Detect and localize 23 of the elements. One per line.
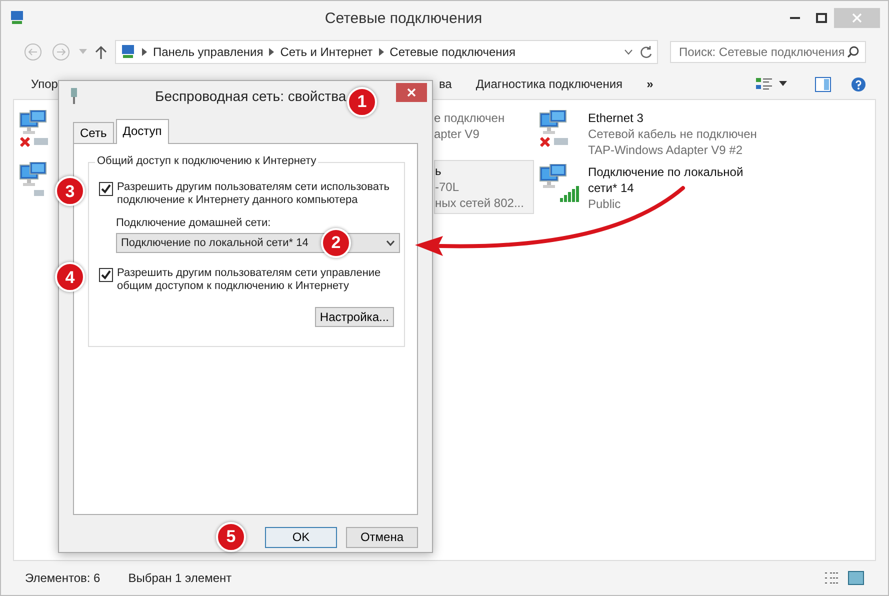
connection-detail: TAP-Windows Adapter V9 #2	[588, 142, 744, 158]
item-count: Элементов: 6	[25, 571, 100, 585]
connection-detail: Public	[588, 196, 622, 212]
step-marker: 3	[55, 176, 85, 206]
connection-name: Ethernet 3	[588, 110, 644, 126]
connection-name: ь	[435, 163, 442, 179]
dialog-title: Беспроводная сеть: свойства	[155, 88, 346, 104]
field-label: Подключение домашней сети:	[116, 217, 271, 229]
window-title: Сетевые подключения	[324, 10, 484, 26]
selection-count: Выбран 1 элемент	[128, 571, 232, 585]
connection-detail: Сетевой кабель не подключен	[588, 126, 758, 142]
connection-detail: е подключен	[434, 110, 505, 126]
step-marker: 5	[216, 522, 246, 552]
connection-detail: -70L	[435, 179, 460, 195]
checkbox-label: Разрешить другим пользователям сети управление общим доступом к подключению к Интернету	[117, 267, 382, 293]
checkbox-label: Разрешить другим пользователям сети использовать подключение к Интернету данного компьютера	[117, 181, 391, 207]
step-marker: 4	[55, 262, 85, 292]
connection-detail: ных сетей 802...	[435, 195, 524, 211]
connection-detail: apter V9	[434, 126, 480, 142]
connection-name: Подключение по локальной сети* 14	[588, 164, 744, 196]
step-marker: 1	[347, 87, 377, 117]
step-marker: 2	[321, 228, 351, 258]
group-legend: Общий доступ к подключению к Интернету	[95, 155, 318, 167]
